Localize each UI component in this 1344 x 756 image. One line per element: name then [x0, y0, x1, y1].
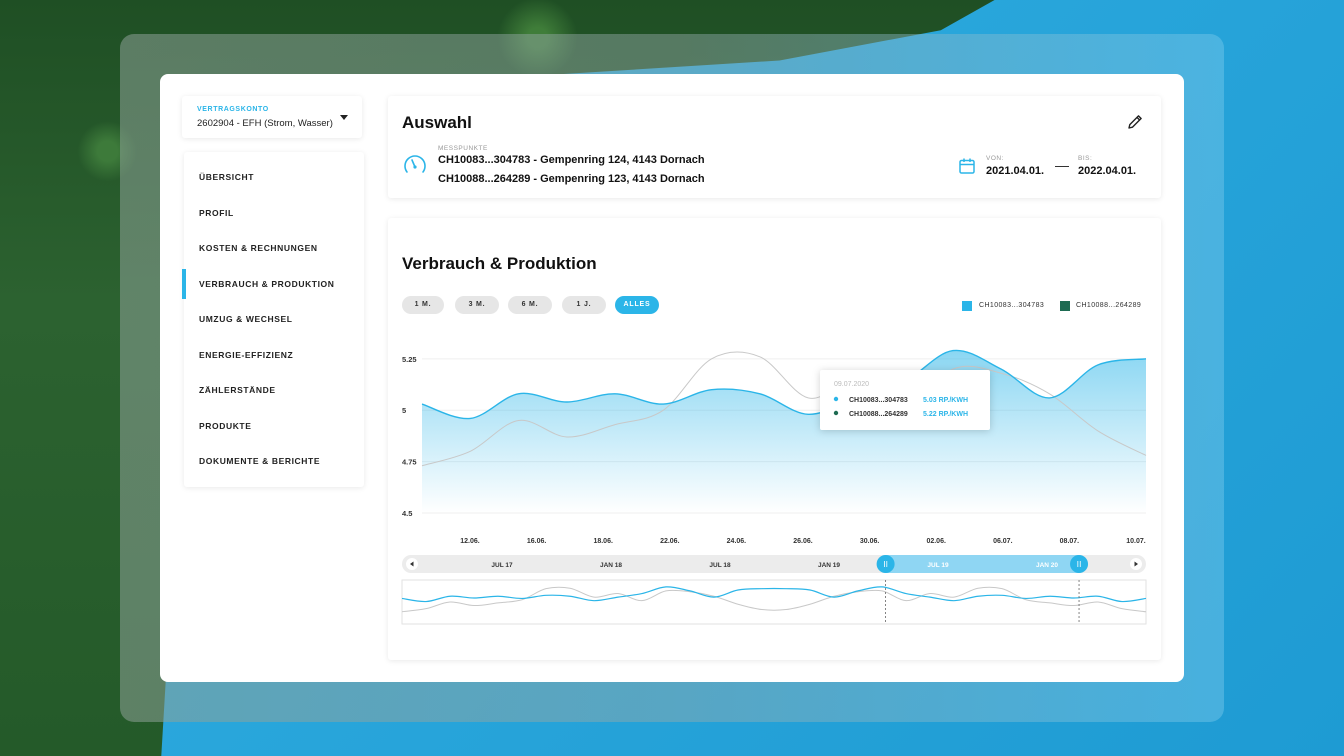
x-tick-label: 30.06.: [860, 538, 880, 545]
consumption-card: Verbrauch & Produktion 1 M. 3 M. 6 M. 1 …: [388, 218, 1161, 660]
sidebar-item-dokumente[interactable]: DOKUMENTE & BERICHTE: [184, 446, 364, 476]
tooltip-dot: [833, 396, 839, 402]
x-tick-label: 10.07.: [1126, 538, 1146, 545]
meters-label: MESSPUNKTE: [438, 145, 488, 152]
y-tick-label: 4.75: [402, 458, 417, 467]
navigator-handle[interactable]: [876, 555, 895, 573]
tooltip-dot: [833, 410, 839, 416]
series-area: [422, 350, 1146, 513]
gauge-icon: [404, 155, 426, 173]
sidebar-item-profil[interactable]: PROFIL: [184, 198, 364, 228]
x-tick-label: 12.06.: [460, 538, 480, 545]
sidebar-item-uebersicht[interactable]: ÜBERSICHT: [184, 162, 364, 192]
to-date[interactable]: 2022.04.01.: [1078, 165, 1136, 177]
navigator-label: JAN 20: [1036, 562, 1058, 569]
account-label: VERTRAGSKONTO: [197, 106, 269, 113]
from-date[interactable]: 2021.04.01.: [986, 165, 1044, 177]
x-tick-label: 26.06.: [793, 538, 813, 545]
tooltip-date: 09.07.2020: [834, 381, 869, 388]
y-tick-label: 4.5: [402, 509, 412, 518]
sidebar-item-kosten[interactable]: KOSTEN & RECHNUNGEN: [184, 233, 364, 263]
x-tick-label: 18.06.: [593, 538, 613, 545]
x-tick-label: 06.07.: [993, 538, 1013, 545]
tooltip-value: 5.03 RP./KWH: [923, 397, 968, 404]
chart-tooltip: 09.07.2020 CH10083...304783 5.03 RP./KWH…: [820, 370, 990, 430]
meter-item: CH10088...264289 - Gempenring 123, 4143 …: [438, 173, 705, 185]
tooltip-series: CH10088...264289: [849, 411, 908, 418]
consumption-chart[interactable]: 4.5 4.75 5 5.25 12.06. 16.06. 18.06. 22.06. 24.…: [388, 218, 1161, 660]
tooltip-value: 5.22 RP./KWH: [923, 411, 968, 418]
minichart-line: [401, 586, 1147, 613]
navigator-label: JAN 18: [600, 562, 622, 569]
chevron-down-icon[interactable]: [340, 115, 348, 120]
navigator-minichart-frame: [401, 579, 1147, 625]
x-tick-label: 02.06.: [926, 538, 946, 545]
sidebar-item-umzug[interactable]: UMZUG & WECHSEL: [184, 304, 364, 334]
to-label: BIS:: [1078, 155, 1093, 162]
calendar-icon[interactable]: [958, 157, 976, 175]
navigator-label: JAN 19: [818, 562, 840, 569]
account-value: 2602904 - EFH (Strom, Wasser): [197, 118, 333, 129]
x-tick-label: 08.07.: [1060, 538, 1080, 545]
navigator-label: JUL 18: [709, 562, 731, 569]
sidebar-item-produkte[interactable]: PRODUKTE: [184, 411, 364, 441]
y-tick-label: 5.25: [402, 355, 417, 364]
x-tick-label: 24.06.: [727, 538, 747, 545]
y-tick-label: 5: [402, 406, 406, 415]
pencil-icon[interactable]: [1125, 112, 1145, 132]
sidebar-item-zaehlerstaende[interactable]: ZÄHLERSTÄNDE: [184, 375, 364, 405]
selection-title: Auswahl: [402, 113, 472, 132]
selection-card: Auswahl MESSPUNKTE CH10083...304783 - Ge…: [388, 96, 1161, 198]
app-panel: VERTRAGSKONTO 2602904 - EFH (Strom, Wass…: [160, 74, 1184, 682]
tooltip-series: CH10083...304783: [849, 397, 908, 404]
sidebar-nav: ÜBERSICHT PROFIL KOSTEN & RECHNUNGEN VER…: [182, 152, 364, 487]
x-tick-label: 16.06.: [527, 538, 547, 545]
navigator-label: JUL 19: [927, 562, 949, 569]
date-separator: [1055, 166, 1069, 167]
x-tick-label: 22.06.: [660, 538, 680, 545]
meter-item: CH10083...304783 - Gempenring 124, 4143 …: [438, 154, 705, 166]
sidebar-item-verbrauch[interactable]: VERBRAUCH & PRODUKTION: [182, 269, 364, 299]
navigator-handle[interactable]: [1070, 555, 1089, 573]
range-navigator[interactable]: JUL 17 JAN 18 JUL 18 JAN 19 JUL 19 JAN 20: [402, 555, 1146, 573]
from-label: VON:: [986, 155, 1004, 162]
account-selector[interactable]: VERTRAGSKONTO 2602904 - EFH (Strom, Wass…: [182, 96, 362, 138]
minichart-line: [401, 586, 1147, 603]
navigator-label: JUL 17: [491, 562, 513, 569]
sidebar-item-energie[interactable]: ENERGIE-EFFIZIENZ: [184, 340, 364, 370]
